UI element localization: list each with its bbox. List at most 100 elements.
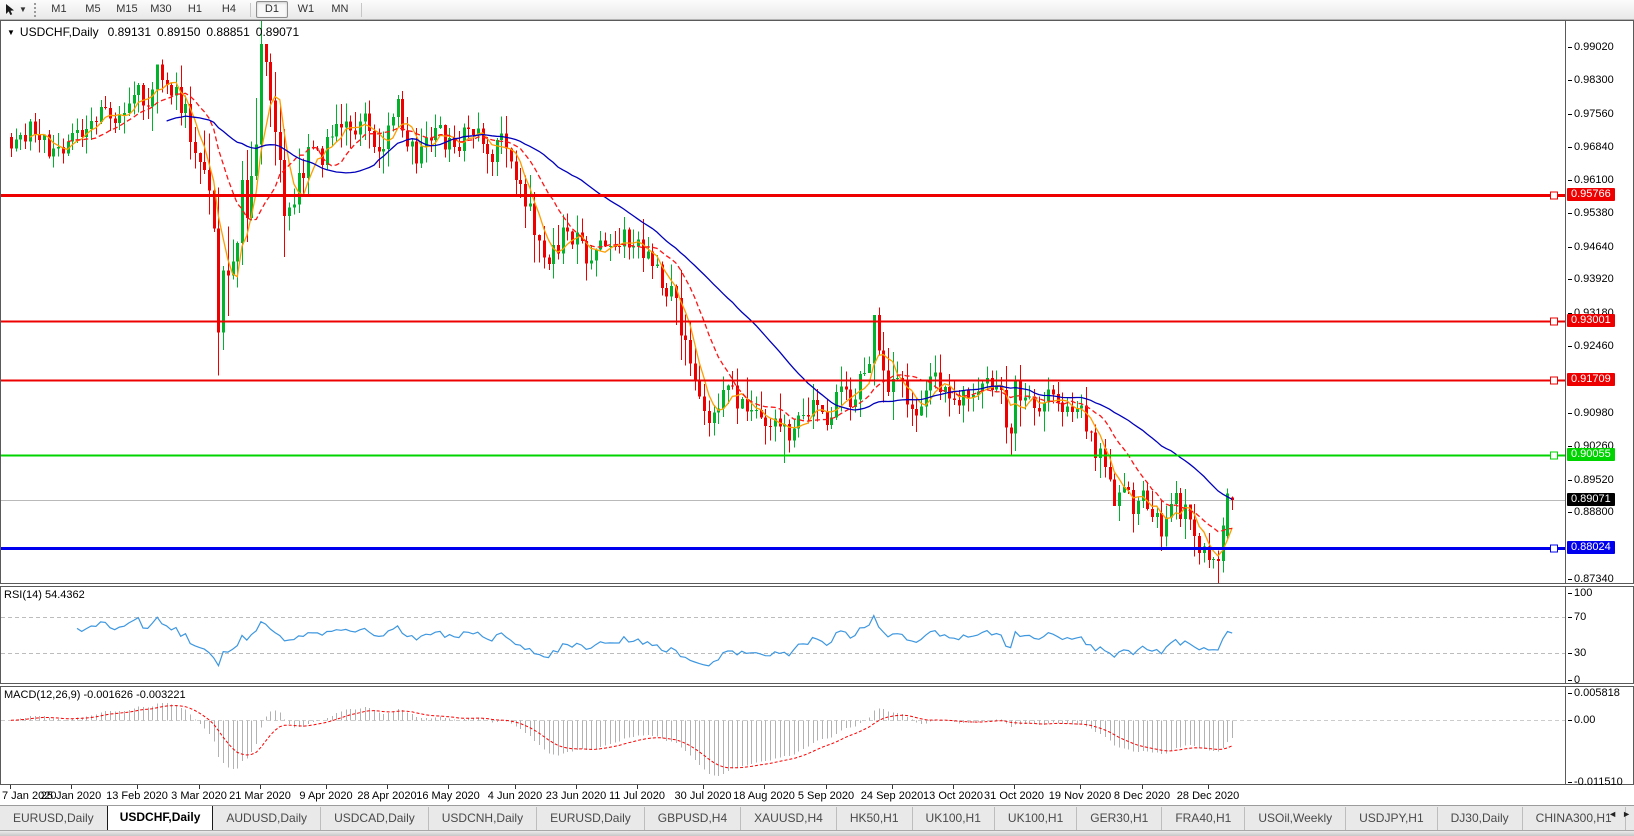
timeframe-button-h1[interactable]: H1 (179, 1, 211, 18)
symbol-tab-ger30-h1[interactable]: GER30,H1 (1076, 807, 1161, 830)
hline-price-label: 0.91709 (1567, 373, 1615, 387)
candles-layer (10, 21, 1234, 583)
status-bar (0, 830, 1634, 836)
symbol-tab-uk100-h1[interactable]: UK100,H1 (911, 807, 994, 830)
date-axis-label: 28 Apr 2020 (357, 790, 417, 802)
date-axis-label: 19 Nov 2020 (1048, 790, 1112, 802)
date-axis-label: 5 Sep 2020 (797, 790, 855, 802)
symbol-tab-uk100-h1[interactable]: UK100,H1 (993, 807, 1076, 830)
date-tick-mark (764, 785, 765, 789)
price-axis-label: 0.99020 (1567, 41, 1614, 54)
symbol-tab-gbpusd-h4[interactable]: GBPUSD,H4 (643, 807, 740, 830)
macd-signal-line (10, 705, 1233, 769)
date-axis-label: 3 Mar 2020 (171, 790, 227, 802)
symbol-tab-eurusd-daily[interactable]: EURUSD,Daily (536, 807, 644, 830)
price-axis-label: 0.89520 (1567, 474, 1614, 487)
date-tick-mark (448, 785, 449, 789)
date-axis-label: 11 Jul 2020 (608, 790, 666, 802)
symbol-tab-audusd-daily[interactable]: AUDUSD,Daily (213, 807, 320, 830)
date-tick-mark (137, 785, 138, 789)
date-axis-label: 13 Feb 2020 (106, 790, 168, 802)
ohlc-high: 0.89150 (157, 25, 201, 39)
timeframe-button-mn[interactable]: MN (324, 1, 356, 18)
timeframe-button-m5[interactable]: M5 (77, 1, 109, 18)
main-chart-panel[interactable]: ▼ USDCHF,Daily 0.89131 0.89150 0.88851 0.8907… (0, 20, 1634, 586)
toolbar: ▼ M1 M5 M15 M30 H1 H4 D1 W1 MN (0, 0, 1634, 20)
date-axis-label: 23 Jun 2020 (545, 790, 607, 802)
date-tick-mark (576, 785, 577, 789)
date-axis-label: 8 Dec 2020 (1113, 790, 1171, 802)
date-tick-mark (826, 785, 827, 789)
candlestick-chart[interactable] (1, 21, 1565, 583)
date-tick-mark (953, 785, 954, 789)
date-tick-mark (1142, 785, 1143, 789)
cursor-tool-button[interactable]: ▼ (0, 2, 31, 18)
date-tick-mark (637, 785, 638, 789)
trading-terminal: ▼ M1 M5 M15 M30 H1 H4 D1 W1 MN ▼ USDCHF,Daily 0.89… (0, 0, 1634, 836)
chart-title: ▼ USDCHF,Daily 0.89131 0.89150 0.88851 0.8907… (7, 25, 305, 39)
toolbar-grip[interactable] (33, 2, 36, 17)
current-price-label: 0.89071 (1567, 493, 1615, 507)
price-axis-label: 0.87340 (1567, 573, 1614, 586)
date-tick-mark (326, 785, 327, 789)
rsi-levels (1, 617, 1565, 654)
price-axis-label: 0.92460 (1567, 340, 1614, 353)
tab-scroll-arrows: ◄ ► (1603, 809, 1631, 819)
collapse-arrow-icon[interactable]: ▼ (7, 28, 15, 37)
price-axis-label: 0.95380 (1567, 207, 1614, 220)
date-axis-label: 30 Jul 2020 (674, 790, 732, 802)
symbol-tab-dj30-daily[interactable]: DJ30,Daily (1436, 807, 1522, 830)
macd-chart[interactable] (1, 687, 1565, 784)
hline-price-label: 0.93001 (1567, 314, 1615, 328)
rsi-line (76, 614, 1233, 668)
ohlc-low: 0.88851 (206, 25, 250, 39)
rsi-axis-label: 30 (1567, 647, 1586, 660)
symbol-tab-usdcnh-daily[interactable]: USDCNH,Daily (427, 807, 536, 830)
timeframe-button-m1[interactable]: M1 (43, 1, 75, 18)
timeframe-button-w1[interactable]: W1 (290, 1, 322, 18)
chevron-down-icon: ▼ (19, 5, 27, 14)
date-axis-label: 31 Oct 2020 (984, 790, 1044, 802)
hline-price-label: 0.95766 (1567, 188, 1615, 202)
timeframe-button-m15[interactable]: M15 (111, 1, 143, 18)
price-axis-label: 0.98300 (1567, 74, 1614, 87)
symbol-tab-eurusd-daily[interactable]: EURUSD,Daily (0, 807, 107, 830)
symbol-tab-usoil-weekly[interactable]: USOil,Weekly (1244, 807, 1345, 830)
timeframe-button-m30[interactable]: M30 (145, 1, 177, 18)
date-tick-mark (260, 785, 261, 789)
timeframe-button-d1[interactable]: D1 (255, 1, 288, 18)
hline-price-label: 0.88024 (1567, 540, 1615, 554)
rsi-panel[interactable]: RSI(14) 54.4362 100 70 30 0 (0, 586, 1634, 686)
date-tick-mark (703, 785, 704, 789)
price-axis-label: 0.94640 (1567, 241, 1614, 254)
symbol-tab-fra40-h1[interactable]: FRA40,H1 (1161, 807, 1244, 830)
symbol-tab-xauusd-h4[interactable]: XAUUSD,H4 (740, 807, 836, 830)
date-tick-mark (1208, 785, 1209, 789)
symbol-tab-bar: EURUSD,Daily USDCHF,Daily AUDUSD,Daily USDC… (0, 805, 1634, 830)
rsi-axis-label: 100 (1567, 587, 1592, 600)
symbol-tab-usdcad-daily[interactable]: USDCAD,Daily (320, 807, 428, 830)
date-tick-mark (1014, 785, 1015, 789)
price-axis-label: 0.93920 (1567, 273, 1614, 286)
date-axis-label: 25 Jan 2020 (40, 790, 102, 802)
tab-scroll-right-icon[interactable]: ► (1622, 809, 1631, 819)
symbol-tab-usdchf-daily[interactable]: USDCHF,Daily (106, 806, 214, 830)
moving-averages-layer (29, 81, 1233, 557)
date-axis[interactable]: 7 Jan 2020 25 Jan 2020 13 Feb 2020 3 Mar 20… (0, 785, 1634, 805)
symbol-tab-usdjpy-h1[interactable]: USDJPY,H1 (1345, 807, 1436, 830)
ohlc-open: 0.89131 (107, 25, 151, 39)
date-tick-mark (199, 785, 200, 789)
cursor-icon (4, 3, 16, 16)
timeframe-button-h4[interactable]: H4 (213, 1, 245, 18)
macd-panel[interactable]: MACD(12,26,9) -0.001626 -0.003221 0.0058… (0, 686, 1634, 788)
date-tick-mark (1080, 785, 1081, 789)
symbol-tab-hk50-h1[interactable]: HK50,H1 (835, 807, 912, 830)
rsi-indicator-label: RSI(14) 54.4362 (4, 589, 85, 601)
rsi-chart[interactable] (1, 587, 1565, 683)
date-axis-label: 4 Jun 2020 (487, 790, 543, 802)
date-axis-label: 13 Oct 2020 (923, 790, 983, 802)
price-axis-label: 0.96840 (1567, 141, 1614, 154)
macd-histogram (11, 703, 1233, 776)
tab-scroll-left-icon[interactable]: ◄ (1608, 809, 1617, 819)
price-axis-border (1565, 21, 1566, 583)
